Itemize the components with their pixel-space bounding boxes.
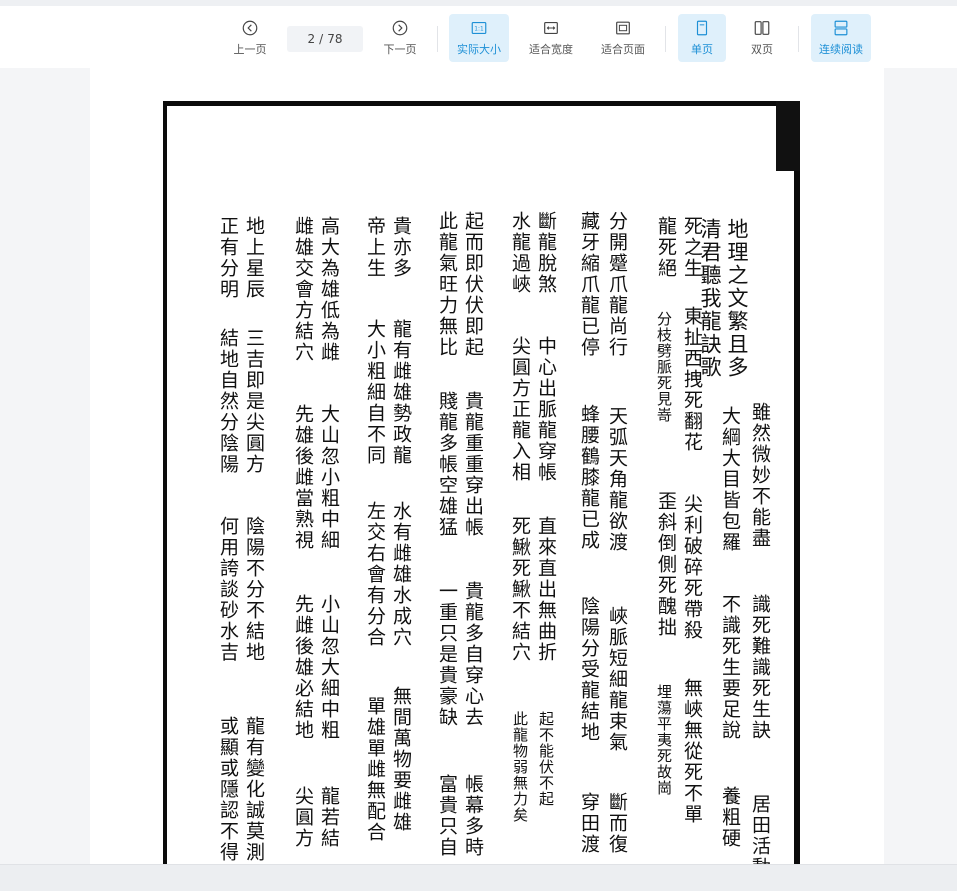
text-column: 歪斜倒側死醜拙	[655, 491, 677, 638]
text-column: 何用誇談砂水吉	[217, 516, 239, 663]
prev-page-button[interactable]: 上一页	[228, 14, 272, 62]
text-column: 水有雌雄水成穴	[390, 501, 412, 648]
text-column: 或顯或隱認不得	[217, 716, 239, 863]
text-column: 此龍物弱無力矣	[511, 711, 529, 823]
continuous-read-label: 连续阅读	[819, 43, 863, 56]
double-page-button[interactable]: 双页	[738, 14, 786, 62]
fit-width-button[interactable]: 适合宽度	[523, 14, 579, 62]
text-column: 大小粗細自不同	[364, 319, 386, 466]
text-column: 陰陽分受龍結地	[578, 596, 600, 743]
text-column: 龍若結	[318, 786, 340, 849]
text-column: 穿田渡	[578, 792, 600, 855]
continuous-read-button[interactable]: 连续阅读	[811, 14, 871, 62]
text-column: 分枝劈脈死見嵜	[655, 311, 673, 423]
next-page-button[interactable]: 下一页	[378, 14, 422, 62]
prev-page-label: 上一页	[233, 43, 267, 56]
text-column: 起不能伏不起	[537, 711, 555, 807]
chevron-right-circle-icon	[392, 20, 408, 36]
toolbar-divider	[437, 26, 438, 52]
next-page-label: 下一页	[383, 43, 417, 56]
text-column: 蜂腰鶴膝龍已成	[578, 404, 600, 551]
text-column: 結地自然分陰陽	[217, 328, 239, 475]
text-column: 龍有雌雄勢政龍	[390, 319, 412, 466]
text-column: 死鰍死鰍不結穴	[509, 516, 531, 663]
text-column: 養粗硬	[719, 786, 741, 849]
text-column: 無峽無從死不單	[681, 678, 703, 825]
actual-size-label: 实际大小	[457, 43, 501, 56]
actual-size-icon: 1:1	[471, 22, 487, 34]
double-page-label: 双页	[751, 43, 773, 56]
text-column: 埋蕩平夷死故崗	[655, 684, 673, 796]
text-column: 大綱大目皆包羅	[719, 406, 741, 553]
text-column: 先雄後雌當熟視	[292, 404, 314, 551]
current-page-input[interactable]: 2	[308, 32, 316, 46]
continuous-read-icon	[834, 20, 848, 36]
text-column: 尖圓方	[292, 786, 314, 849]
text-column: 無間萬物要雌雄	[390, 686, 412, 833]
text-column: 尖利破碎死帶殺	[681, 494, 703, 641]
text-column: 死之生	[681, 216, 703, 279]
reader-toolbar: 上一页 2 / 78 下一页 1:1 实际大小 适合宽度 适合页面 单页 双页 …	[0, 0, 957, 68]
fit-page-label: 适合页面	[601, 43, 645, 56]
text-column: 識死難識死生訣	[749, 594, 771, 741]
toolbar-divider	[798, 26, 799, 52]
text-column: 龍有變化誠莫測	[243, 716, 265, 863]
double-page-icon	[754, 21, 770, 35]
text-column: 水龍過峽	[509, 211, 531, 295]
text-column: 此龍氣旺力無比	[436, 211, 458, 358]
text-column: 地理之文繁且多	[725, 218, 749, 379]
text-column: 起而即伏伏即起	[462, 211, 484, 358]
text-column: 先雌後雄必結地	[292, 594, 314, 741]
horizontal-scrollbar[interactable]	[0, 864, 957, 891]
chevron-left-circle-icon	[242, 20, 258, 36]
text-column: 賤龍多帳空雄猛	[436, 391, 458, 538]
text-column: 斷龍脫煞	[535, 211, 557, 295]
text-column: 不識死生要足說	[719, 594, 741, 741]
actual-size-button[interactable]: 1:1 实际大小	[449, 14, 509, 62]
fit-width-label: 适合宽度	[529, 43, 573, 56]
single-page-icon	[696, 20, 708, 36]
text-column: 富貴只自	[436, 774, 458, 858]
page-indicator[interactable]: 2 / 78	[287, 26, 363, 52]
text-column: 貴亦多	[390, 216, 412, 279]
text-column: 一重只是貴豪缺	[436, 581, 458, 728]
text-column: 大山忽小粗中細	[318, 404, 340, 551]
text-column: 小山忽大細中粗	[318, 594, 340, 741]
text-column: 陰陽不分不結地	[243, 516, 265, 663]
text-column: 斷而復	[606, 792, 628, 855]
text-column: 中心出脈龍穿帳	[535, 336, 557, 483]
text-column: 直來直出無曲折	[535, 516, 557, 663]
single-page-button[interactable]: 单页	[678, 14, 726, 62]
text-column: 貴龍重重穿出帳	[462, 391, 484, 538]
text-column: 天弧天角龍欲渡	[606, 406, 628, 553]
text-column: 藏牙縮爪龍已停	[578, 211, 600, 358]
text-column: 尖圓方正龍入相	[509, 336, 531, 483]
text-column: 峽脈短細龍束氣	[606, 606, 628, 753]
text-column: 高大為雄低為雌	[318, 216, 340, 363]
text-column: 東扯西拽死翻花	[681, 306, 703, 453]
single-page-label: 单页	[691, 43, 713, 56]
fit-width-icon	[544, 22, 558, 34]
text-column: 單雄單雌無配合	[364, 696, 386, 843]
text-column: 帝上生	[364, 216, 386, 279]
text-column: 分開蹙爪龍尚行	[606, 211, 628, 358]
text-column: 雌雄交會方結穴	[292, 216, 314, 363]
page-separator: /	[319, 32, 324, 46]
text-column: 帳幕多時	[462, 774, 484, 858]
text-column: 雖然微妙不能盡	[749, 402, 771, 549]
text-column: 龍死絕	[655, 216, 677, 279]
scanned-page-image: 地理之文繁且多 雖然微妙不能盡 居田活動 清君聽我龍訣歌 大綱大目皆包羅 不識死…	[163, 101, 800, 878]
total-pages: 78	[327, 32, 343, 46]
text-column: 貴龍多自穿心去	[462, 581, 484, 728]
svg-text:1:1: 1:1	[474, 27, 484, 33]
fit-page-icon	[616, 21, 630, 35]
text-column: 三吉即是尖圓方	[243, 328, 265, 475]
scan-edge-shadow	[776, 101, 800, 171]
fit-page-button[interactable]: 适合页面	[595, 14, 651, 62]
toolbar-divider	[665, 26, 666, 52]
text-column: 正有分明	[217, 216, 239, 300]
text-column: 左交右會有分合	[364, 501, 386, 648]
text-column: 地上星辰	[243, 216, 265, 300]
